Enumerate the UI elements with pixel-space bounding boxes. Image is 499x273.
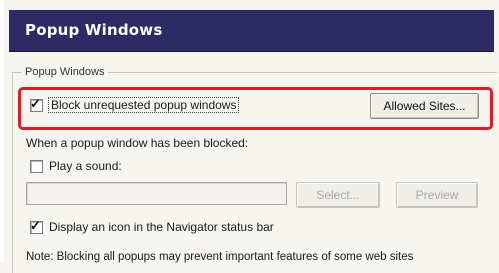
- sound-file-input[interactable]: [26, 182, 287, 205]
- blocking-note: Note: Blocking all popups may prevent im…: [26, 251, 414, 263]
- show-icon-label[interactable]: Display an icon in the Navigator status …: [49, 220, 274, 234]
- checkmark-icon: ✓: [30, 96, 41, 111]
- checkmark-icon: ✓: [30, 218, 41, 233]
- when-blocked-text: When a popup window has been blocked:: [26, 136, 249, 150]
- block-popups-checkbox[interactable]: ✓: [30, 96, 43, 112]
- panel-header: Popup Windows: [9, 10, 494, 52]
- block-popups-label-text: Block unrequested popup windows: [47, 97, 240, 113]
- select-sound-button[interactable]: Select...: [296, 182, 380, 208]
- window-edge: [0, 0, 4, 262]
- play-sound-label[interactable]: Play a sound:: [49, 159, 122, 173]
- panel-title: Popup Windows: [25, 21, 163, 39]
- play-sound-checkbox[interactable]: [30, 160, 43, 173]
- allowed-sites-button[interactable]: Allowed Sites...: [370, 93, 479, 119]
- preview-sound-button[interactable]: Preview: [396, 182, 478, 208]
- show-icon-checkbox[interactable]: ✓: [30, 218, 43, 234]
- block-popups-label[interactable]: Block unrequested popup windows: [47, 97, 240, 113]
- group-legend: Popup Windows: [22, 66, 108, 78]
